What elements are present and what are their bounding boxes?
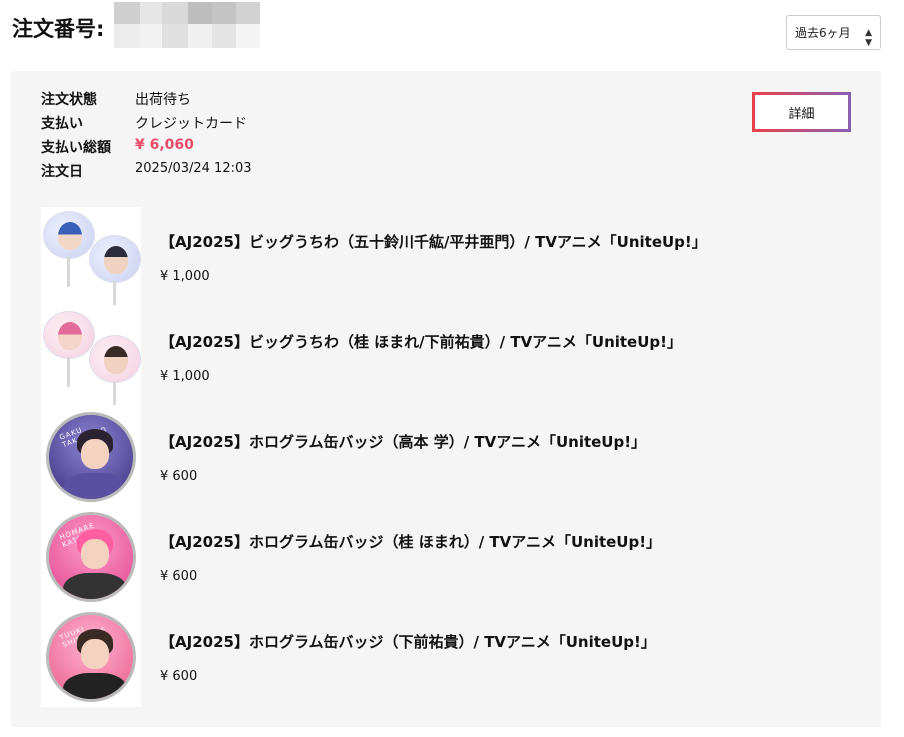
page-header: 注文番号: 過去6ヶ月 ▲ ▼ bbox=[0, 0, 904, 60]
item-name[interactable]: 【AJ2025】ビッグうちわ（桂 ほまれ/下前祐貴）/ TVアニメ「UniteU… bbox=[160, 331, 682, 352]
uchiwa-fan-left bbox=[43, 311, 95, 359]
item-price: ¥ 1,000 bbox=[160, 269, 210, 284]
total-label: 支払い総額 bbox=[41, 140, 111, 156]
product-image[interactable]: GAKU TAKAMOTO bbox=[41, 407, 141, 507]
order-number-redacted bbox=[112, 0, 312, 52]
list-item: 【AJ2025】ビッグうちわ（桂 ほまれ/下前祐貴）/ TVアニメ「UniteU… bbox=[41, 307, 841, 407]
uchiwa-fan-right bbox=[89, 335, 141, 383]
list-item: HOMARE KATSURA 【AJ2025】ホログラム缶バッジ（桂 ほまれ）/… bbox=[41, 507, 841, 607]
uchiwa-fan-left bbox=[43, 211, 95, 259]
period-select[interactable]: 過去6ヶ月 ▲ ▼ bbox=[786, 15, 881, 50]
order-status-label: 注文状態 bbox=[41, 92, 97, 108]
can-badge: GAKU TAKAMOTO bbox=[46, 412, 136, 502]
item-price: ¥ 600 bbox=[160, 669, 198, 684]
product-image[interactable] bbox=[41, 307, 141, 407]
payment-value: クレジットカード bbox=[135, 116, 247, 132]
order-status-value: 出荷待ち bbox=[135, 92, 191, 108]
period-select-value: 過去6ヶ月 bbox=[795, 26, 851, 40]
item-name[interactable]: 【AJ2025】ビッグうちわ（五十鈴川千紘/平井亜門）/ TVアニメ「Unite… bbox=[160, 231, 707, 252]
product-image[interactable]: YUUKI SHIMOMAE bbox=[41, 607, 141, 707]
list-item: GAKU TAKAMOTO 【AJ2025】ホログラム缶バッジ（高本 学）/ T… bbox=[41, 407, 841, 507]
can-badge: HOMARE KATSURA bbox=[46, 512, 136, 602]
order-panel: 注文状態 出荷待ち 支払い クレジットカード 支払い総額 ¥ 6,060 注文日… bbox=[11, 71, 881, 727]
order-date-value: 2025/03/24 12:03 bbox=[135, 161, 252, 176]
list-item: 【AJ2025】ビッグうちわ（五十鈴川千紘/平井亜門）/ TVアニメ「Unite… bbox=[41, 207, 841, 307]
item-name[interactable]: 【AJ2025】ホログラム缶バッジ（高本 学）/ TVアニメ「UniteUp!」 bbox=[160, 431, 646, 452]
item-name[interactable]: 【AJ2025】ホログラム缶バッジ（下前祐貴）/ TVアニメ「UniteUp!」 bbox=[160, 631, 656, 652]
order-number-title: 注文番号: bbox=[12, 17, 105, 41]
payment-label: 支払い bbox=[41, 116, 83, 132]
uchiwa-fan-right bbox=[89, 235, 141, 283]
product-image[interactable]: HOMARE KATSURA bbox=[41, 507, 141, 607]
total-value: ¥ 6,060 bbox=[135, 137, 194, 153]
chevron-updown-icon: ▲ ▼ bbox=[865, 28, 872, 48]
item-name[interactable]: 【AJ2025】ホログラム缶バッジ（桂 ほまれ）/ TVアニメ「UniteUp!… bbox=[160, 531, 661, 552]
detail-button[interactable]: 詳細 bbox=[752, 92, 851, 132]
product-image[interactable] bbox=[41, 207, 141, 307]
item-price: ¥ 1,000 bbox=[160, 369, 210, 384]
item-price: ¥ 600 bbox=[160, 569, 198, 584]
item-price: ¥ 600 bbox=[160, 469, 198, 484]
order-date-label: 注文日 bbox=[41, 164, 83, 180]
can-badge: YUUKI SHIMOMAE bbox=[46, 612, 136, 702]
list-item: YUUKI SHIMOMAE 【AJ2025】ホログラム缶バッジ（下前祐貴）/ … bbox=[41, 607, 841, 707]
